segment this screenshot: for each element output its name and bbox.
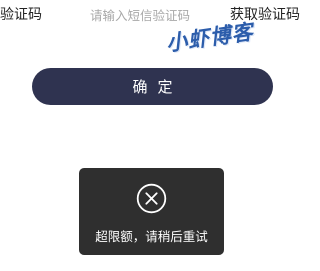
toast-message: 超限额，请稍后重试 (95, 229, 208, 244)
error-toast: 超限额，请稍后重试 (79, 168, 224, 255)
verification-code-label: 验证码 (0, 7, 42, 23)
sms-verification-page: 验证码 获取验证码 小虾博客 确定 超限额，请稍后重试 (0, 0, 300, 271)
verification-code-row: 验证码 获取验证码 (0, 0, 300, 30)
confirm-button[interactable]: 确定 (32, 68, 273, 105)
close-circle-icon (136, 183, 167, 214)
sms-code-input[interactable] (90, 4, 208, 26)
